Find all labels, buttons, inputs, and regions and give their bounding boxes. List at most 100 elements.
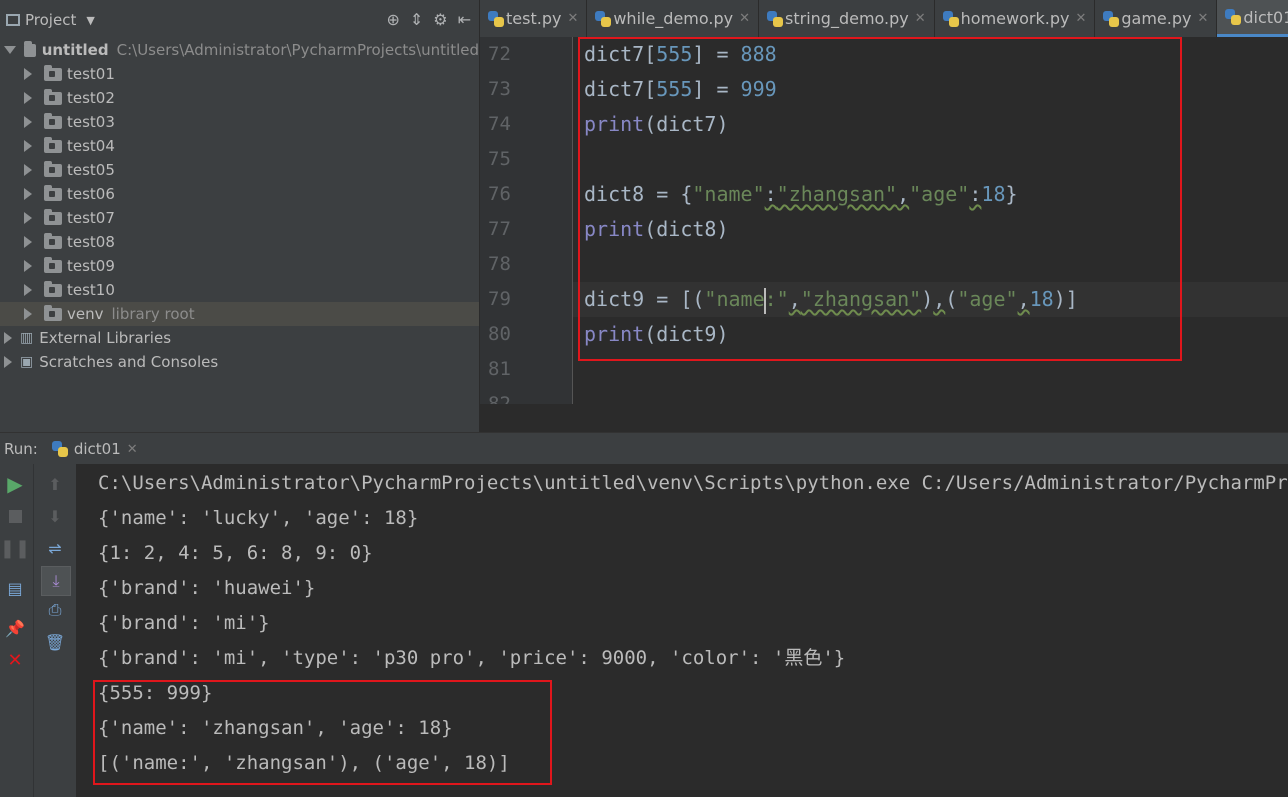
tree-item-folder[interactable]: test03 bbox=[0, 110, 479, 134]
pin-icon[interactable]: 📌 bbox=[3, 616, 27, 640]
tab-game-py[interactable]: game.py ✕ bbox=[1095, 0, 1218, 37]
close-icon[interactable]: ✕ bbox=[1075, 11, 1086, 26]
run-tab[interactable]: dict01 ✕ bbox=[51, 440, 138, 458]
folder-icon bbox=[44, 88, 62, 105]
expand-arrow-icon[interactable] bbox=[24, 140, 32, 152]
folder-label: test07 bbox=[67, 209, 115, 227]
tree-item-folder[interactable]: test08 bbox=[0, 230, 479, 254]
line-number: 74 bbox=[488, 113, 511, 135]
tab-string_demo-py[interactable]: string_demo.py ✕ bbox=[759, 0, 935, 37]
tab-while_demo-py[interactable]: while_demo.py ✕ bbox=[587, 0, 760, 37]
line-number: 81 bbox=[488, 358, 511, 380]
expand-arrow-icon[interactable] bbox=[24, 236, 32, 248]
project-view-selector[interactable]: Project bbox=[25, 11, 76, 29]
tree-item-external-libraries[interactable]: ▥ External Libraries bbox=[0, 326, 479, 350]
venv-name: venv bbox=[67, 305, 104, 323]
folder-label: test04 bbox=[67, 137, 115, 155]
folder-icon bbox=[44, 160, 62, 177]
close-run-icon[interactable]: ✕ bbox=[3, 648, 27, 672]
close-icon[interactable]: ✕ bbox=[739, 11, 750, 26]
tree-item-folder[interactable]: test06 bbox=[0, 182, 479, 206]
scratches-label: Scratches and Consoles bbox=[39, 353, 219, 371]
stop-icon[interactable] bbox=[3, 504, 27, 528]
libraries-icon: ▥ bbox=[20, 330, 34, 346]
rerun-icon[interactable]: ▶ bbox=[3, 472, 27, 496]
expand-arrow-icon[interactable] bbox=[24, 116, 32, 128]
expand-arrow-icon[interactable] bbox=[24, 164, 32, 176]
expand-arrow-icon[interactable] bbox=[24, 308, 32, 320]
tree-item-folder[interactable]: test02 bbox=[0, 86, 479, 110]
python-file-icon bbox=[767, 10, 784, 27]
run-toolbar-secondary: ⬆ ⬇ ⇌ ⤓ ⎙ 🗑 bbox=[33, 464, 76, 797]
tab-homework-py[interactable]: homework.py ✕ bbox=[935, 0, 1096, 37]
line-number: 75 bbox=[488, 148, 511, 170]
run-toolbar: ▶ ❚❚ ▤ 📌 ✕ bbox=[0, 464, 33, 797]
folder-icon bbox=[44, 208, 62, 225]
expand-arrow-icon[interactable] bbox=[24, 284, 32, 296]
expand-arrow-icon[interactable] bbox=[4, 332, 12, 344]
line-number: 73 bbox=[488, 78, 511, 100]
scroll-down-icon[interactable]: ⬇ bbox=[43, 504, 67, 528]
scroll-to-end-icon[interactable]: ⤓ bbox=[41, 566, 71, 596]
expand-arrow-icon[interactable] bbox=[24, 260, 32, 272]
hide-panel-icon[interactable]: ⇤ bbox=[458, 10, 471, 29]
gear-icon[interactable]: ⚙ bbox=[433, 10, 447, 29]
tab-test-py[interactable]: test.py ✕ bbox=[480, 0, 588, 37]
tab-label: while_demo.py bbox=[613, 9, 734, 28]
project-header: Project ▼ ⊕ ⇕ ⚙ ⇤ bbox=[0, 0, 479, 40]
folder-label: test02 bbox=[67, 89, 115, 107]
soft-wrap-icon[interactable]: ⇌ bbox=[43, 536, 67, 560]
tree-item-folder[interactable]: test05 bbox=[0, 158, 479, 182]
tree-root[interactable]: untitled C:\Users\Administrator\PycharmP… bbox=[0, 38, 479, 62]
folder-label: test10 bbox=[67, 281, 115, 299]
layout-icon[interactable]: ▤ bbox=[3, 576, 27, 600]
tree-item-folder[interactable]: test04 bbox=[0, 134, 479, 158]
trash-icon[interactable]: 🗑 bbox=[43, 630, 67, 654]
expand-arrow-icon[interactable] bbox=[24, 92, 32, 104]
close-icon[interactable]: ✕ bbox=[567, 11, 578, 26]
tree-item-folder[interactable]: test10 bbox=[0, 278, 479, 302]
tab-label: homework.py bbox=[960, 9, 1070, 28]
tab-label: string_demo.py bbox=[785, 9, 909, 28]
folder-label: test06 bbox=[67, 185, 115, 203]
expand-arrow-icon[interactable] bbox=[4, 46, 16, 54]
close-icon[interactable]: ✕ bbox=[127, 442, 138, 457]
expand-arrow-icon[interactable] bbox=[24, 188, 32, 200]
root-name: untitled bbox=[41, 41, 109, 59]
folder-icon bbox=[44, 64, 62, 81]
tree-item-folder[interactable]: test07 bbox=[0, 206, 479, 230]
python-file-icon bbox=[488, 10, 504, 27]
tree-item-folder[interactable]: test09 bbox=[0, 254, 479, 278]
tree-item-scratches[interactable]: ▣ Scratches and Consoles bbox=[0, 350, 479, 374]
line-number: 78 bbox=[488, 253, 511, 275]
tree-item-folder[interactable]: test01 bbox=[0, 62, 479, 86]
console-output-line: {'brand': 'huawei'} bbox=[98, 577, 316, 599]
folder-icon bbox=[44, 232, 62, 249]
python-file-icon bbox=[1225, 9, 1242, 25]
console-command-line: C:\Users\Administrator\PycharmProjects\u… bbox=[98, 472, 1288, 494]
tab-dict01-py[interactable]: dict01.py bbox=[1217, 0, 1288, 37]
print-icon[interactable]: ⎙ bbox=[43, 598, 67, 622]
run-tool-header: Run: dict01 ✕ bbox=[0, 432, 1288, 465]
collapse-icon[interactable]: ⇕ bbox=[410, 10, 423, 29]
expand-arrow-icon[interactable] bbox=[24, 68, 32, 80]
python-file-icon bbox=[51, 441, 68, 457]
close-icon[interactable]: ✕ bbox=[1197, 11, 1208, 26]
folder-icon bbox=[44, 280, 62, 297]
line-number: 72 bbox=[488, 43, 511, 65]
line-number: 79 bbox=[488, 288, 511, 310]
scroll-up-icon[interactable]: ⬆ bbox=[43, 472, 67, 496]
expand-arrow-icon[interactable] bbox=[4, 356, 12, 368]
line-number-gutter: 72 73 74 75 76 77 78 79 80 81 82 bbox=[480, 37, 572, 404]
folder-icon bbox=[24, 40, 36, 57]
external-libraries-label: External Libraries bbox=[39, 329, 172, 347]
chevron-down-icon[interactable]: ▼ bbox=[86, 14, 94, 27]
folder-icon bbox=[44, 184, 62, 201]
tree-item-venv[interactable]: venv library root bbox=[0, 302, 479, 326]
locate-icon[interactable]: ⊕ bbox=[386, 10, 399, 29]
pause-icon[interactable]: ❚❚ bbox=[0, 536, 30, 560]
run-label: Run: bbox=[4, 440, 38, 458]
close-icon[interactable]: ✕ bbox=[915, 11, 926, 26]
project-view-icon bbox=[6, 14, 20, 26]
expand-arrow-icon[interactable] bbox=[24, 212, 32, 224]
